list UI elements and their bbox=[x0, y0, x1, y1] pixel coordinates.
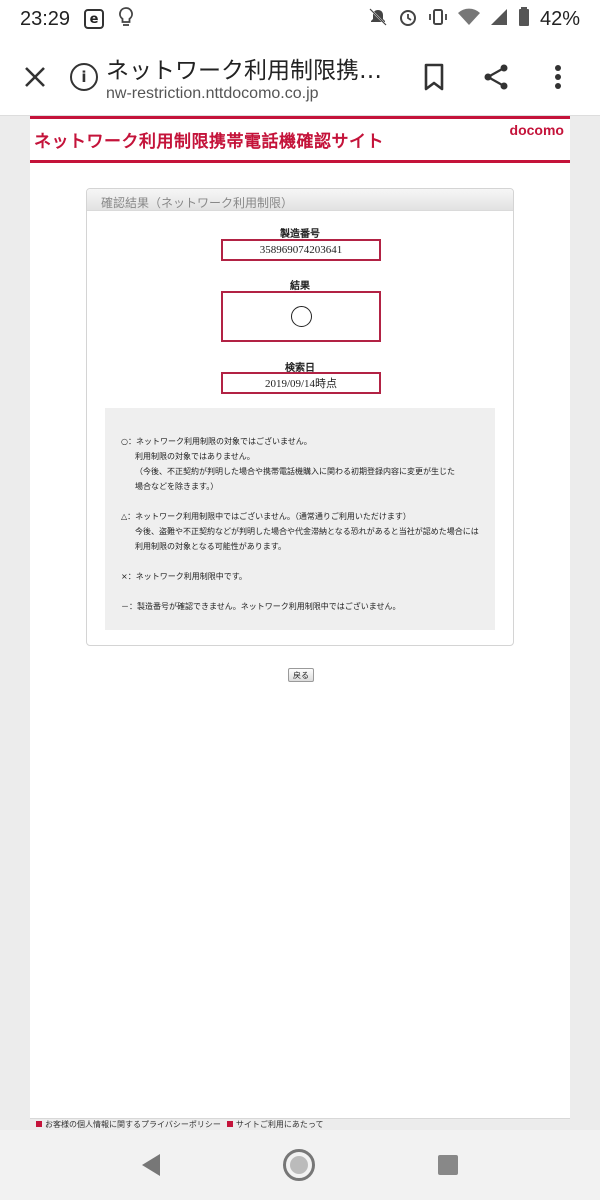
web-page: ネットワーク利用制限携帯電話機確認サイト docomo 確認結果（ネットワーク利… bbox=[30, 116, 570, 1130]
result-legend: ○：ネットワーク利用制限の対象ではございません。 利用制限の対象ではありません。… bbox=[105, 408, 495, 630]
legend-triangle-line1: △：ネットワーク利用制限中ではございません。（通常通りご利用いただけます） bbox=[121, 512, 411, 521]
share-button[interactable] bbox=[476, 57, 516, 97]
bookmark-button[interactable] bbox=[414, 57, 454, 97]
legend-circle-line2: 利用制限の対象ではありません。 bbox=[135, 452, 255, 461]
arrow-bullet-icon bbox=[36, 1121, 42, 1127]
close-button[interactable] bbox=[0, 38, 70, 116]
site-terms-link[interactable]: サイトご利用にあたって bbox=[226, 1119, 324, 1130]
page-url: nw-restriction.nttdocomo.co.jp bbox=[106, 84, 319, 102]
docomo-logo: docomo bbox=[509, 122, 564, 138]
mute-icon bbox=[368, 7, 388, 32]
result-box bbox=[221, 291, 381, 342]
arrow-bullet-icon bbox=[226, 1121, 233, 1127]
navigation-bar bbox=[0, 1130, 600, 1200]
legend-triangle-line2: 今後、盗難や不正契約などが判明した場合や代金滞納となる恐れがあると当社が認めた場… bbox=[135, 527, 479, 536]
status-bar: 23:29 e 42% bbox=[0, 0, 600, 38]
nav-home-button[interactable] bbox=[282, 1149, 315, 1181]
site-terms-label: サイトご利用にあたって bbox=[235, 1120, 324, 1129]
share-icon bbox=[484, 64, 508, 89]
result-panel: 確認結果（ネットワーク利用制限） 製造番号 358969074203641 結果… bbox=[86, 188, 514, 646]
footer-links: お客様の個人情報に関するプライバシーポリシー サイトご利用にあたって bbox=[30, 1118, 570, 1130]
more-vert-icon bbox=[555, 64, 561, 89]
battery-percent: 42% bbox=[539, 7, 580, 30]
status-time: 23:29 bbox=[20, 7, 71, 30]
site-header: ネットワーク利用制限携帯電話機確認サイト docomo bbox=[30, 116, 570, 163]
vibrate-icon bbox=[428, 7, 448, 32]
legend-dash: －：製造番号が確認できません。ネットワーク利用制限中ではございません。 bbox=[121, 602, 401, 611]
close-icon bbox=[25, 66, 45, 87]
result-circle-mark bbox=[290, 306, 312, 327]
legend-cross: ×：ネットワーク利用制限中です。 bbox=[121, 572, 247, 581]
page-title-area: ネットワーク利用制限携… nw-restriction.nttdocomo.co… bbox=[106, 51, 404, 103]
more-menu-button[interactable] bbox=[538, 57, 578, 97]
site-title: ネットワーク利用制限携帯電話機確認サイト bbox=[34, 132, 384, 152]
legend-circle-line1: ○：ネットワーク利用制限の対象ではございません。 bbox=[121, 437, 312, 446]
privacy-policy-label: お客様の個人情報に関するプライバシーポリシー bbox=[45, 1120, 221, 1129]
result-label: 結果 bbox=[290, 281, 310, 292]
legend-circle: ○：ネットワーク利用制限の対象ではございません。 利用制限の対象ではありません。… bbox=[121, 434, 483, 494]
back-button[interactable]: 戻る bbox=[288, 668, 314, 682]
privacy-policy-link[interactable]: お客様の個人情報に関するプライバシーポリシー bbox=[36, 1119, 221, 1130]
site-info-icon[interactable]: i bbox=[70, 62, 98, 91]
nav-back-button[interactable] bbox=[141, 1154, 160, 1176]
panel-heading: 確認結果（ネットワーク利用制限） bbox=[87, 189, 513, 211]
bookmark-icon bbox=[424, 63, 444, 90]
legend-circle-line4: 場合などを除きます。） bbox=[135, 482, 219, 491]
alarm-icon bbox=[398, 7, 418, 32]
page-title: ネットワーク利用制限携… bbox=[106, 57, 382, 84]
signal-icon bbox=[490, 8, 508, 31]
nav-recents-button[interactable] bbox=[438, 1155, 459, 1175]
browser-toolbar: i ネットワーク利用制限携… nw-restriction.nttdocomo.… bbox=[0, 38, 600, 116]
app-notification-icon: e bbox=[84, 9, 105, 29]
wifi-icon bbox=[457, 8, 480, 31]
lightbulb-icon bbox=[118, 6, 134, 32]
serial-label: 製造番号 bbox=[280, 229, 320, 240]
home-icon bbox=[289, 1156, 308, 1174]
battery-icon bbox=[518, 6, 530, 32]
date-value: 2019/09/14時点 bbox=[221, 372, 381, 394]
legend-triangle: △：ネットワーク利用制限中ではございません。（通常通りご利用いただけます） 今後… bbox=[121, 509, 483, 554]
legend-triangle-line3: 利用制限の対象となる可能性があります。 bbox=[135, 542, 286, 551]
serial-value: 358969074203641 bbox=[221, 239, 381, 261]
legend-circle-line3: （今後、不正契約が判明した場合や携帯電話機購入に関わる初期登録内容に変更が生じた bbox=[135, 467, 455, 476]
